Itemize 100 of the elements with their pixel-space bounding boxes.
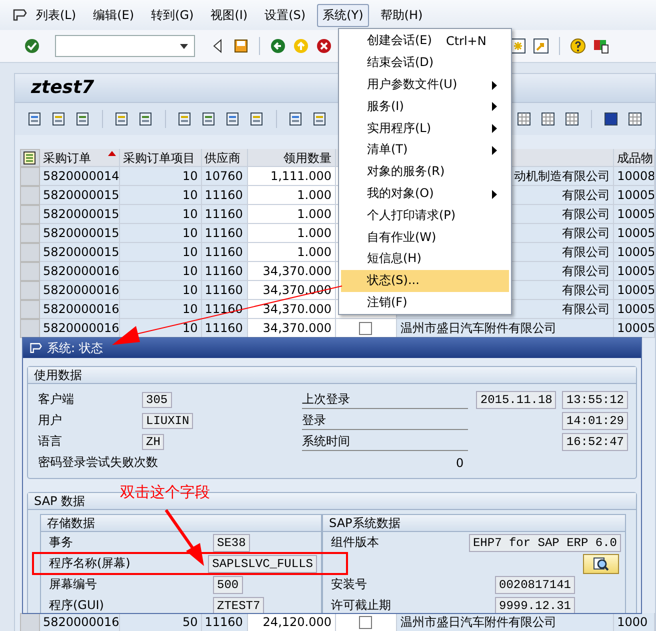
output-field: 9999.12.31 — [495, 596, 576, 613]
field-label: 密码登录尝试失败次数 — [38, 454, 158, 471]
document-icon[interactable] — [138, 111, 154, 127]
command-field[interactable] — [55, 35, 195, 57]
table-cell: 10008 — [614, 167, 655, 186]
table-cell: 11160 — [202, 243, 248, 262]
table-cell: 5820000016 — [40, 300, 120, 319]
column-header[interactable]: 成品物 — [614, 149, 655, 167]
field-label: 语言 — [38, 433, 63, 450]
output-field: 500 — [213, 576, 243, 594]
menu-item[interactable]: 设置(S) — [258, 4, 312, 26]
table-cell: 50 — [120, 613, 202, 631]
output-field: 16:52:47 — [562, 432, 628, 450]
window-icon — [29, 341, 43, 355]
menu-item[interactable]: 用户参数文件(U) — [341, 74, 509, 96]
count-value: 0 — [456, 456, 464, 470]
menu-item[interactable]: 创建会话(E) Ctrl+N — [341, 30, 509, 52]
output-field: 0020817141 — [495, 576, 576, 594]
column-header[interactable]: 供应商 — [202, 149, 248, 167]
grid-icon[interactable] — [540, 111, 556, 127]
table-cell: 10 — [120, 167, 202, 186]
table-cell: 11160 — [202, 205, 248, 224]
table-cell: 1.000 — [248, 224, 336, 243]
menu-item[interactable]: 转到(G) — [145, 4, 200, 26]
caret-icon[interactable] — [180, 44, 188, 49]
table-cell: 11160 — [202, 262, 248, 281]
table-cell: 1,111.000 — [248, 167, 336, 186]
table-cell: 5820000014 — [40, 167, 120, 186]
table-cell: 5820000015 — [40, 224, 120, 243]
column-header[interactable]: 领用数量 — [248, 149, 336, 167]
menu-item[interactable]: 系统(Y) — [316, 4, 370, 26]
field-label: 程序名称(屏幕) — [49, 555, 132, 572]
output-field: 2015.11.18 — [476, 390, 556, 408]
table-cell: 10 — [120, 186, 202, 205]
table-cell: 1000 — [614, 613, 655, 631]
table-cell: 10 — [120, 205, 202, 224]
output-field: 14:01:29 — [562, 412, 628, 430]
table-cell: 5820000016 — [40, 613, 120, 631]
shortcut-icon[interactable] — [533, 38, 549, 54]
field-label: 屏幕编号 — [49, 576, 98, 593]
table-cell: 10005 — [614, 205, 655, 224]
output-field: 305 — [142, 392, 172, 408]
table-cell: 11160 — [202, 186, 248, 205]
sun-icon[interactable] — [510, 38, 526, 54]
group-title: 使用数据 — [28, 367, 636, 384]
table-cell: 10 — [120, 243, 202, 262]
grid-icon[interactable] — [516, 111, 532, 127]
help-icon[interactable] — [570, 38, 586, 54]
menu-item[interactable]: 清单(T) — [341, 138, 509, 161]
field-label: 上次登录 — [302, 390, 468, 408]
table-cell: 11160 — [202, 319, 248, 338]
column-header[interactable]: 采购订单 — [40, 149, 120, 167]
back-icon[interactable] — [270, 38, 286, 54]
field-label: 系统时间 — [302, 432, 468, 450]
checkbox[interactable] — [359, 322, 372, 334]
menu-item[interactable]: 视图(I) — [204, 4, 254, 26]
table-cell: 34,370.000 — [248, 319, 336, 338]
table-cell: 10005 — [614, 319, 655, 338]
menu-item[interactable]: 结束会话(D) — [341, 52, 509, 74]
layout-icon[interactable] — [22, 151, 37, 165]
table-cell: 5820000015 — [40, 205, 120, 224]
cancel-icon[interactable] — [316, 38, 332, 54]
output-field: ZH — [142, 434, 164, 450]
field-label: 许可截止期 — [331, 597, 392, 613]
menu-item[interactable]: 实用程序(L) — [341, 117, 509, 139]
check-icon[interactable] — [24, 38, 40, 54]
menu-item[interactable]: 列表(L) — [30, 4, 82, 26]
table-cell: 24,120.000 — [248, 613, 336, 631]
details-button[interactable] — [583, 554, 619, 574]
table-cell: 11160 — [202, 613, 248, 631]
window-icon[interactable] — [12, 7, 28, 23]
table-cell: 11160 — [202, 300, 248, 319]
table-cell: 温州市盛日汽车附件有限公司 — [397, 613, 614, 631]
checkbox[interactable] — [359, 616, 372, 628]
table-cell: 5820000016 — [40, 319, 120, 338]
grid-icon[interactable] — [564, 111, 580, 127]
output-field: LIUXIN — [142, 412, 194, 428]
field-label: 事务 — [49, 534, 74, 551]
menu-item[interactable]: 帮助(H) — [374, 4, 429, 26]
row-selector[interactable] — [20, 613, 40, 631]
table-cell: 5820000015 — [40, 243, 120, 262]
row-selector[interactable] — [20, 319, 40, 338]
field-label: 程序(GUI) — [49, 597, 105, 613]
table-cell: 10760 — [202, 167, 248, 186]
table-cell: 5820000016 — [40, 262, 120, 281]
field-label: 客户端 — [38, 391, 75, 408]
output-field: ZTEST7 — [213, 596, 264, 613]
column-header[interactable]: 采购订单项目 — [120, 149, 202, 167]
save-icon[interactable] — [233, 38, 249, 54]
field-label: 安装号 — [331, 576, 368, 593]
table-cell: 11160 — [202, 224, 248, 243]
table-cell: 1.000 — [248, 186, 336, 205]
menu-item[interactable]: 状态(S)... — [341, 270, 509, 292]
table-cell: 11160 — [202, 281, 248, 300]
menu-item[interactable]: 编辑(E) — [87, 4, 140, 26]
document-icon[interactable] — [114, 111, 130, 127]
select-all-cell[interactable] — [20, 149, 40, 167]
table-cell: 10005 — [614, 262, 655, 281]
table-cell: 温州市盛日汽车附件有限公司 — [397, 319, 614, 338]
table-cell: 1.000 — [248, 243, 336, 262]
